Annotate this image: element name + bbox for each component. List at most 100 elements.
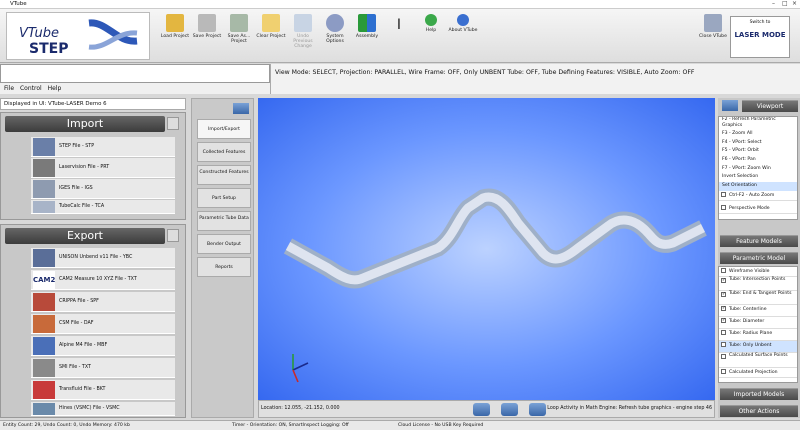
cam2-icon: CAM2 (33, 271, 55, 289)
rotate-left-icon[interactable] (473, 403, 490, 416)
transfluid-icon (33, 381, 55, 399)
clear-project-button[interactable]: Clear Project (256, 14, 286, 39)
perspective-box[interactable] (721, 204, 726, 210)
export-unison-item[interactable]: UNISON Unbend v11 File - YBC (31, 248, 175, 268)
command-input[interactable] (0, 64, 270, 83)
tab-part-setup[interactable]: Part Setup (197, 188, 251, 208)
collapse-arrow-icon[interactable] (722, 100, 738, 111)
shortcut-select[interactable]: F4 - VPort: Select (719, 139, 797, 148)
step-file-icon (33, 138, 55, 156)
wireframe-visible-checkbox[interactable]: Wireframe Visible (719, 267, 797, 277)
tab-collected-features[interactable]: Collected Features (197, 142, 251, 162)
close-vtube-button[interactable]: Close VTube (698, 14, 728, 39)
export-cam2-item[interactable]: CAM2 CAM2 Measure 10 XYZ File - TXT (31, 270, 175, 290)
rotate-right-icon[interactable] (529, 403, 546, 416)
tab-constructed-features[interactable]: Constructed Features (197, 165, 251, 185)
auto-zoom-checkbox[interactable]: Ctrl-F2 - Auto Zoom (719, 191, 797, 201)
end-tangent-points-box[interactable]: ✓ (721, 292, 726, 297)
export-smi-item[interactable]: SMI File - TXT (31, 358, 175, 378)
auto-zoom-box[interactable] (721, 191, 726, 197)
export-hines-item[interactable]: Hines (VSMC) File - VSMC (31, 402, 175, 416)
diameter-checkbox[interactable]: ✓ Tube: Diameter (719, 317, 797, 329)
help-icon (425, 14, 437, 26)
shortcut-zoom-all[interactable]: F3 - Zoom All (719, 130, 797, 139)
shortcut-orbit[interactable]: F5 - VPort: Orbit (719, 147, 797, 156)
switch-to-laser-mode-button[interactable]: Switch to LASER MODE (730, 16, 790, 58)
perspective-checkbox[interactable]: Perspective Mode (719, 204, 797, 214)
maximize-button[interactable]: □ (782, 0, 788, 7)
svg-text:STEP: STEP (29, 41, 68, 57)
system-options-button[interactable]: System Options (320, 14, 350, 44)
parametric-model-header[interactable]: Parametric Model (720, 252, 798, 264)
imported-models-header[interactable]: Imported Models (720, 388, 798, 400)
invert-selection[interactable]: Invert Selection (719, 173, 797, 182)
tab-reports[interactable]: Reports (197, 257, 251, 277)
axis-triad (292, 354, 309, 383)
viewport-header[interactable]: Viewport (742, 100, 798, 112)
undo-button[interactable]: Undo Previous Change (288, 14, 318, 49)
calculated-surface-points-checkbox[interactable]: Calculated Surface Points (719, 353, 797, 368)
tab-import-export[interactable]: Import/Export (197, 119, 251, 139)
import-collapse-button[interactable] (167, 117, 179, 130)
menu-help[interactable]: Help (48, 85, 62, 92)
minimize-button[interactable]: – (772, 0, 775, 7)
save-project-button[interactable]: Save Project (192, 14, 222, 39)
export-crippa-item[interactable]: CRIPPA File - SPF (31, 292, 175, 312)
radius-plane-checkbox[interactable]: Tube: Radius Plane (719, 329, 797, 341)
wireframe-visible-box[interactable] (721, 268, 726, 273)
set-orientation[interactable]: Set Orientation (719, 182, 797, 191)
export-collapse-button[interactable] (167, 229, 179, 242)
window-title: VTube (10, 1, 27, 7)
diameter-box[interactable]: ✓ (721, 318, 726, 323)
rotate-center-icon[interactable] (501, 403, 518, 416)
calculated-projection-checkbox[interactable]: Calculated Projection (719, 368, 797, 378)
expand-arrow-icon[interactable] (233, 103, 249, 114)
other-actions-header[interactable]: Other Actions (720, 405, 798, 417)
only-unbent-checkbox[interactable]: Tube: Only Unbent (719, 341, 797, 353)
info-icon (457, 14, 469, 26)
assembly-button[interactable]: Assembly (352, 14, 382, 39)
laservision-icon (33, 159, 55, 177)
shortcut-pan[interactable]: F6 - VPort: Pan (719, 156, 797, 165)
import-tubecalc-item[interactable]: TubeCalc File - TCA (31, 200, 175, 214)
centerline-box[interactable]: ✓ (721, 306, 726, 311)
tab-bender-output[interactable]: Bender Output (197, 234, 251, 254)
parametric-options-list: Wireframe Visible ✓ Tube: Intersection Po… (718, 266, 798, 383)
load-project-button[interactable]: Load Project (160, 14, 190, 39)
feature-models-header[interactable]: Feature Models (720, 235, 798, 247)
import-laservision-item[interactable]: Laservision File - PRT (31, 158, 175, 178)
import-iges-item[interactable]: IGES File - IGS (31, 179, 175, 199)
status-footer: Entity Count: 29, Undo Count: 0, Undo Me… (0, 420, 800, 430)
title-bar: VTube – □ × (0, 0, 800, 9)
help-button[interactable]: Help (416, 14, 446, 33)
export-alpine-item[interactable]: Alpine M4 File - MBF (31, 336, 175, 356)
view-mode-status: View Mode: SELECT, Projection: PARALLEL,… (270, 64, 800, 94)
close-window-button[interactable]: × (792, 0, 797, 7)
export-header: Export (5, 228, 165, 244)
calculated-surface-points-box[interactable] (721, 354, 726, 359)
intersection-points-box[interactable]: ✓ (721, 278, 726, 283)
export-csm-item[interactable]: CSM File - DAF (31, 314, 175, 334)
save-as-button[interactable]: Save As... Project (224, 14, 254, 44)
tab-parametric-tube-data[interactable]: Parametric Tube Data (197, 211, 251, 231)
intersection-points-checkbox[interactable]: ✓ Tube: Intersection Points (719, 277, 797, 291)
shortcut-zoom-win[interactable]: F7 - VPort: Zoom Win (719, 165, 797, 174)
menu-bar: File Control Help (0, 83, 270, 94)
tube-model (283, 188, 707, 383)
import-step-item[interactable]: STEP File - STP (31, 137, 175, 157)
3d-viewport[interactable] (258, 98, 715, 400)
menu-file[interactable]: File (4, 85, 14, 92)
export-transfluid-item[interactable]: Transfluid File - BKT (31, 380, 175, 400)
logo-text: VTube (19, 26, 59, 41)
end-tangent-points-checkbox[interactable]: ✓ Tube: End & Tangent Points (719, 291, 797, 305)
about-vtube-button[interactable]: About VTube (448, 14, 478, 33)
calculated-projection-box[interactable] (721, 369, 726, 374)
undo-icon (294, 14, 312, 32)
menu-control[interactable]: Control (20, 85, 42, 92)
radius-plane-box[interactable] (721, 330, 726, 335)
centerline-checkbox[interactable]: ✓ Tube: Centerline (719, 305, 797, 317)
main-toolbar: VTube STEP Load Project Save Project Sav… (0, 9, 800, 63)
shortcut-refresh[interactable]: F2 - Refresh Parametric Graphics (719, 117, 797, 130)
hines-icon (33, 403, 55, 415)
only-unbent-box[interactable] (721, 342, 726, 347)
